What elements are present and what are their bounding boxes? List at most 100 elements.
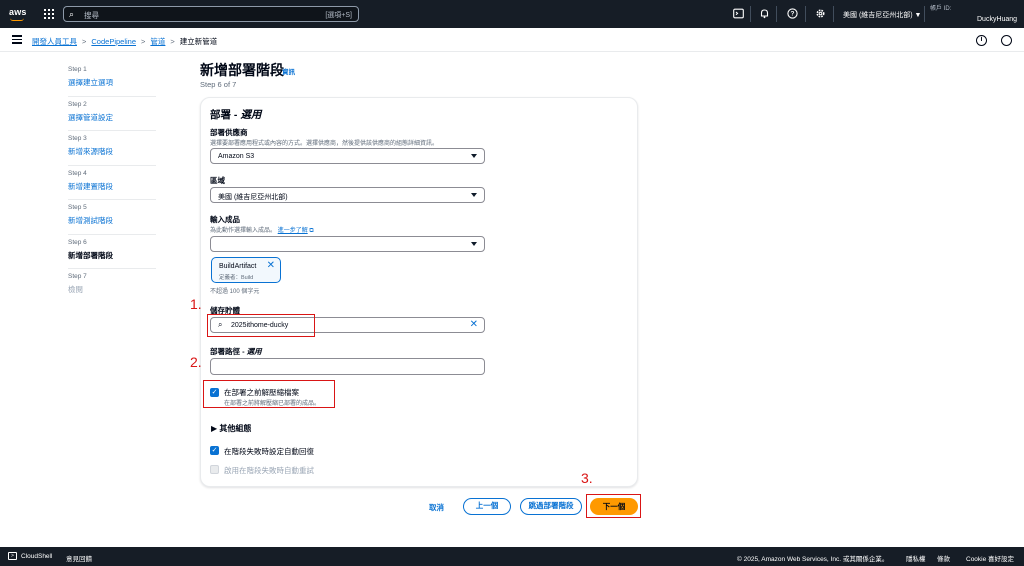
top-navigation: aws ⌕ 搜尋 [選項+S] ? 美國 (維吉尼亞州北部) ▼ 帳戶 ID: … [0, 0, 1024, 28]
step-4: Step 4 新增建置階段 [68, 166, 156, 200]
page-title: 新增部署階段 [200, 62, 284, 78]
other-config-label: 其他組態 [219, 424, 252, 433]
previous-button[interactable]: 上一個 [463, 498, 511, 515]
privacy-link[interactable]: 隱私權 [906, 553, 926, 563]
deploy-path-label: 部署路徑 - 選用 [210, 346, 262, 357]
aws-logo[interactable]: aws [9, 7, 27, 17]
info-circle-icon[interactable]: i [976, 35, 987, 46]
cloudshell-icon[interactable] [732, 8, 744, 20]
artifacts-select[interactable] [210, 236, 485, 252]
next-button[interactable]: 下一個 [590, 498, 638, 515]
search-input[interactable]: ⌕ 搜尋 [選項+S] [63, 6, 359, 22]
rollback-label: 在階段失敗時設定自動回復 [224, 447, 314, 456]
bell-icon[interactable] [758, 8, 770, 20]
step-3: Step 3 新增來源階段 [68, 131, 156, 166]
region-label: 區域 [210, 176, 225, 185]
cloudshell-icon[interactable]: > [8, 552, 17, 560]
token-remove-icon[interactable]: ✕ [267, 260, 275, 271]
caret-down-icon [471, 154, 477, 158]
chevron-right-icon: > [141, 37, 146, 46]
token-name: BuildArtifact [219, 263, 257, 270]
provider-value: Amazon S3 [218, 153, 255, 160]
cookie-preferences-link[interactable]: Cookie 喜好設定 [966, 553, 1014, 563]
wizard-steps: Step 1 選擇建立選項 Step 2 選擇管道設定 Step 3 新增來源階… [68, 62, 156, 304]
menu-icon[interactable] [12, 35, 22, 44]
step-link[interactable]: 新增測試階段 [68, 215, 156, 226]
artifact-token: BuildArtifact 定義者：Build ✕ [211, 257, 281, 283]
step-1: Step 1 選擇建立選項 [68, 62, 156, 97]
terms-link[interactable]: 條款 [937, 553, 950, 563]
nav-separator [805, 6, 806, 22]
info-link[interactable]: 資訊 [282, 66, 295, 76]
step-2: Step 2 選擇管道設定 [68, 97, 156, 131]
breadcrumb-codepipeline[interactable]: CodePipeline [91, 37, 136, 46]
cancel-button[interactable]: 取消 [429, 502, 444, 513]
breadcrumb-current: 建立新管道 [179, 37, 218, 46]
step-label-disabled: 檢閱 [68, 285, 83, 294]
search-shortcut: [選項+S] [325, 12, 352, 19]
svg-text:?: ? [790, 11, 794, 18]
account-id-label: 帳戶 ID: [930, 6, 952, 12]
step-link[interactable]: 選擇建立選項 [68, 77, 156, 88]
provider-label: 部署供應商 [210, 128, 248, 137]
learn-more-link[interactable]: 進一步了解 [278, 228, 308, 234]
nav-separator [750, 6, 751, 22]
help-icon[interactable]: ? [786, 8, 798, 20]
other-config-expander[interactable]: ▶ 其他組態 [211, 423, 251, 434]
feedback-link[interactable]: 意見回饋 [66, 553, 92, 563]
region-select[interactable]: 美國 (維吉尼亞州北部) [210, 187, 485, 203]
annotation-1: 1. [190, 296, 202, 312]
step-label-current: 新增部署階段 [68, 250, 113, 260]
container-title-main: 部署 - [210, 109, 241, 121]
step-number: Step 3 [68, 135, 87, 142]
step-5: Step 5 新增測試階段 [68, 200, 156, 235]
artifacts-label: 輸入成品 [210, 215, 240, 224]
step-link[interactable]: 選擇管道設定 [68, 112, 156, 123]
retry-label: 啟用在階段失敗時自動重試 [224, 466, 314, 475]
skip-deploy-button[interactable]: 跳過部署階段 [520, 498, 582, 515]
breadcrumb-pipelines[interactable]: 管道 [150, 37, 165, 46]
nav-separator [776, 6, 777, 22]
artifacts-desc-text: 為此動作選擇輸入成品。 [210, 228, 277, 234]
account-menu[interactable]: 帳戶 ID: DuckyHuang [930, 3, 1018, 23]
region-selector[interactable]: 美國 (維吉尼亞州北部) ▼ [843, 10, 921, 20]
artifacts-description: 為此動作選擇輸入成品。 進一步了解 ⧉ [210, 225, 314, 235]
step-link[interactable]: 新增建置階段 [68, 181, 156, 192]
caret-down-icon [471, 193, 477, 197]
chevron-right-icon: > [170, 37, 175, 46]
step-number: Step 7 [68, 273, 87, 280]
account-name: DuckyHuang [977, 16, 1018, 23]
provider-select[interactable]: Amazon S3 [210, 148, 485, 164]
step-7: Step 7 檢閱 [68, 269, 156, 304]
annotation-3: 3. [581, 470, 593, 486]
container-title-optional: 選用 [240, 109, 262, 121]
clear-icon[interactable]: ✕ [470, 319, 478, 330]
highlight-box-extract [203, 380, 335, 408]
step-number: Step 5 [68, 204, 87, 211]
nav-separator [924, 6, 925, 22]
settings-circle-icon[interactable] [1001, 35, 1012, 46]
nav-separator [833, 6, 834, 22]
services-grid-icon[interactable] [44, 9, 54, 19]
annotation-2: 2. [190, 354, 202, 370]
step-number: Step 6 [68, 238, 87, 246]
search-icon: ⌕ [69, 9, 75, 19]
step-link[interactable]: 新增來源階段 [68, 146, 156, 157]
breadcrumb-bar: 開發人員工具 > CodePipeline > 管道 > 建立新管道 i [0, 28, 1024, 52]
breadcrumb-developer-tools[interactable]: 開發人員工具 [32, 37, 77, 46]
container-title: 部署 - 選用 [210, 107, 261, 122]
region-value: 美國 (維吉尼亞州北部) [218, 194, 288, 201]
external-link-icon: ⧉ [309, 228, 314, 234]
step-number: Step 2 [68, 100, 87, 108]
gear-icon[interactable] [814, 8, 826, 20]
step-counter: Step 6 of 7 [200, 80, 237, 89]
aws-logo-smile [10, 18, 24, 21]
rollback-checkbox[interactable]: ✓ [210, 446, 219, 455]
cloudshell-link[interactable]: CloudShell [21, 553, 52, 560]
deploy-path-label-main: 部署路徑 - [210, 347, 247, 356]
highlight-box-bucket [207, 314, 315, 337]
step-number: Step 1 [68, 66, 87, 73]
deploy-path-input[interactable] [210, 358, 485, 375]
provider-description: 選擇要部署應用程式或內容的方式。選擇供應商，然後提供該供應商的組態詳細資訊。 [210, 141, 439, 147]
deploy-path-label-optional: 選用 [246, 347, 262, 356]
